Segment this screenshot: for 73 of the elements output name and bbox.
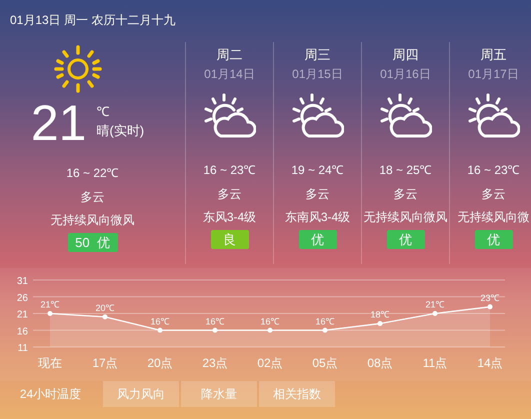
value-label: 16℃ bbox=[316, 316, 334, 326]
axis-category-label: 14点 bbox=[477, 356, 503, 370]
weather-text: 多云 bbox=[394, 187, 418, 201]
partly-cloudy-icon bbox=[380, 93, 432, 139]
wind-text: 无持续风向微 bbox=[458, 210, 530, 224]
value-label: 23℃ bbox=[480, 292, 500, 303]
value-label: 20℃ bbox=[96, 302, 114, 313]
partly-cloudy-icon bbox=[468, 93, 520, 139]
temperature-unit: ℃ bbox=[96, 104, 110, 119]
value-label: 21℃ bbox=[40, 300, 60, 310]
air-quality-badge: 50 优 bbox=[68, 233, 118, 252]
chart-tab[interactable]: 风力风向 bbox=[103, 381, 179, 407]
value-label: 16℃ bbox=[150, 316, 170, 326]
data-point bbox=[488, 304, 492, 310]
data-point bbox=[268, 328, 272, 333]
weekday-label: 周四 bbox=[392, 47, 418, 62]
weather-text: 多云 bbox=[306, 187, 330, 201]
current-condition: 晴(实时) bbox=[96, 123, 144, 138]
weekday-label: 周五 bbox=[480, 47, 506, 62]
axis-category-label: 23点 bbox=[202, 356, 228, 370]
axis-category-label: 17点 bbox=[92, 356, 118, 370]
axis-tick-label: 16 bbox=[16, 326, 28, 338]
date-label: 01月17日 bbox=[468, 67, 519, 81]
value-label: 16℃ bbox=[206, 316, 224, 326]
data-point bbox=[378, 321, 382, 326]
temperature-range: 16 ~ 23℃ bbox=[203, 163, 256, 177]
data-point bbox=[322, 328, 328, 333]
axis-category-label: 11点 bbox=[422, 356, 448, 370]
date-header: 01月13日 周一 农历十二月十九 bbox=[9, 12, 176, 29]
air-quality-badge: 优 bbox=[474, 230, 512, 249]
temperature-range: 16 ~ 23℃ bbox=[467, 163, 520, 177]
weather-text: 多云 bbox=[80, 190, 104, 204]
axis-tick-label: 31 bbox=[16, 276, 28, 287]
temperature-range: 19 ~ 24℃ bbox=[291, 163, 344, 177]
chart-tab[interactable]: 24小时温度 bbox=[0, 381, 101, 407]
chart-tab[interactable]: 相关指数 bbox=[259, 381, 335, 407]
axis-tick-label: 11 bbox=[18, 343, 28, 354]
data-point bbox=[158, 328, 162, 333]
axis-tick-label: 21 bbox=[16, 310, 28, 320]
axis-category-label: 现在 bbox=[38, 356, 62, 370]
wind-text: 无持续风向微风 bbox=[50, 213, 134, 227]
temperature-range: 18 ~ 25℃ bbox=[379, 163, 432, 177]
date-label: 01月15日 bbox=[292, 67, 343, 81]
weekday-label: 周三 bbox=[304, 47, 330, 62]
temperature-range: 16 ~ 22℃ bbox=[66, 166, 119, 180]
axis-category-label: 02点 bbox=[257, 356, 283, 370]
air-quality-badge: 优 bbox=[298, 230, 336, 249]
value-label: 21℃ bbox=[426, 300, 444, 310]
weekday-label: 周二 bbox=[216, 47, 242, 62]
data-point bbox=[48, 311, 52, 316]
data-point bbox=[212, 328, 218, 333]
wind-text: 无持续风向微风 bbox=[364, 210, 448, 224]
weather-text: 多云 bbox=[218, 187, 242, 201]
axis-category-label: 20点 bbox=[147, 356, 173, 370]
axis-category-label: 05点 bbox=[312, 356, 338, 370]
wind-text: 东南风3-4级 bbox=[284, 210, 350, 224]
data-point bbox=[102, 314, 108, 320]
weather-text: 多云 bbox=[482, 187, 506, 201]
date-label: 01月16日 bbox=[380, 67, 431, 81]
date-label: 01月14日 bbox=[204, 67, 255, 81]
partly-cloudy-icon bbox=[292, 93, 344, 139]
axis-tick-label: 26 bbox=[16, 292, 28, 304]
partly-cloudy-icon bbox=[204, 93, 256, 139]
air-quality-badge: 良 bbox=[210, 230, 248, 249]
value-label: 18℃ bbox=[370, 310, 390, 320]
data-point bbox=[432, 311, 438, 316]
sun-icon bbox=[52, 44, 102, 94]
axis-category-label: 08点 bbox=[367, 356, 393, 370]
chart-tab[interactable]: 降水量 bbox=[181, 381, 257, 407]
air-quality-badge: 优 bbox=[386, 230, 424, 249]
current-temperature: 21 bbox=[30, 98, 86, 148]
wind-text: 东风3-4级 bbox=[202, 210, 256, 224]
value-label: 16℃ bbox=[260, 316, 280, 326]
